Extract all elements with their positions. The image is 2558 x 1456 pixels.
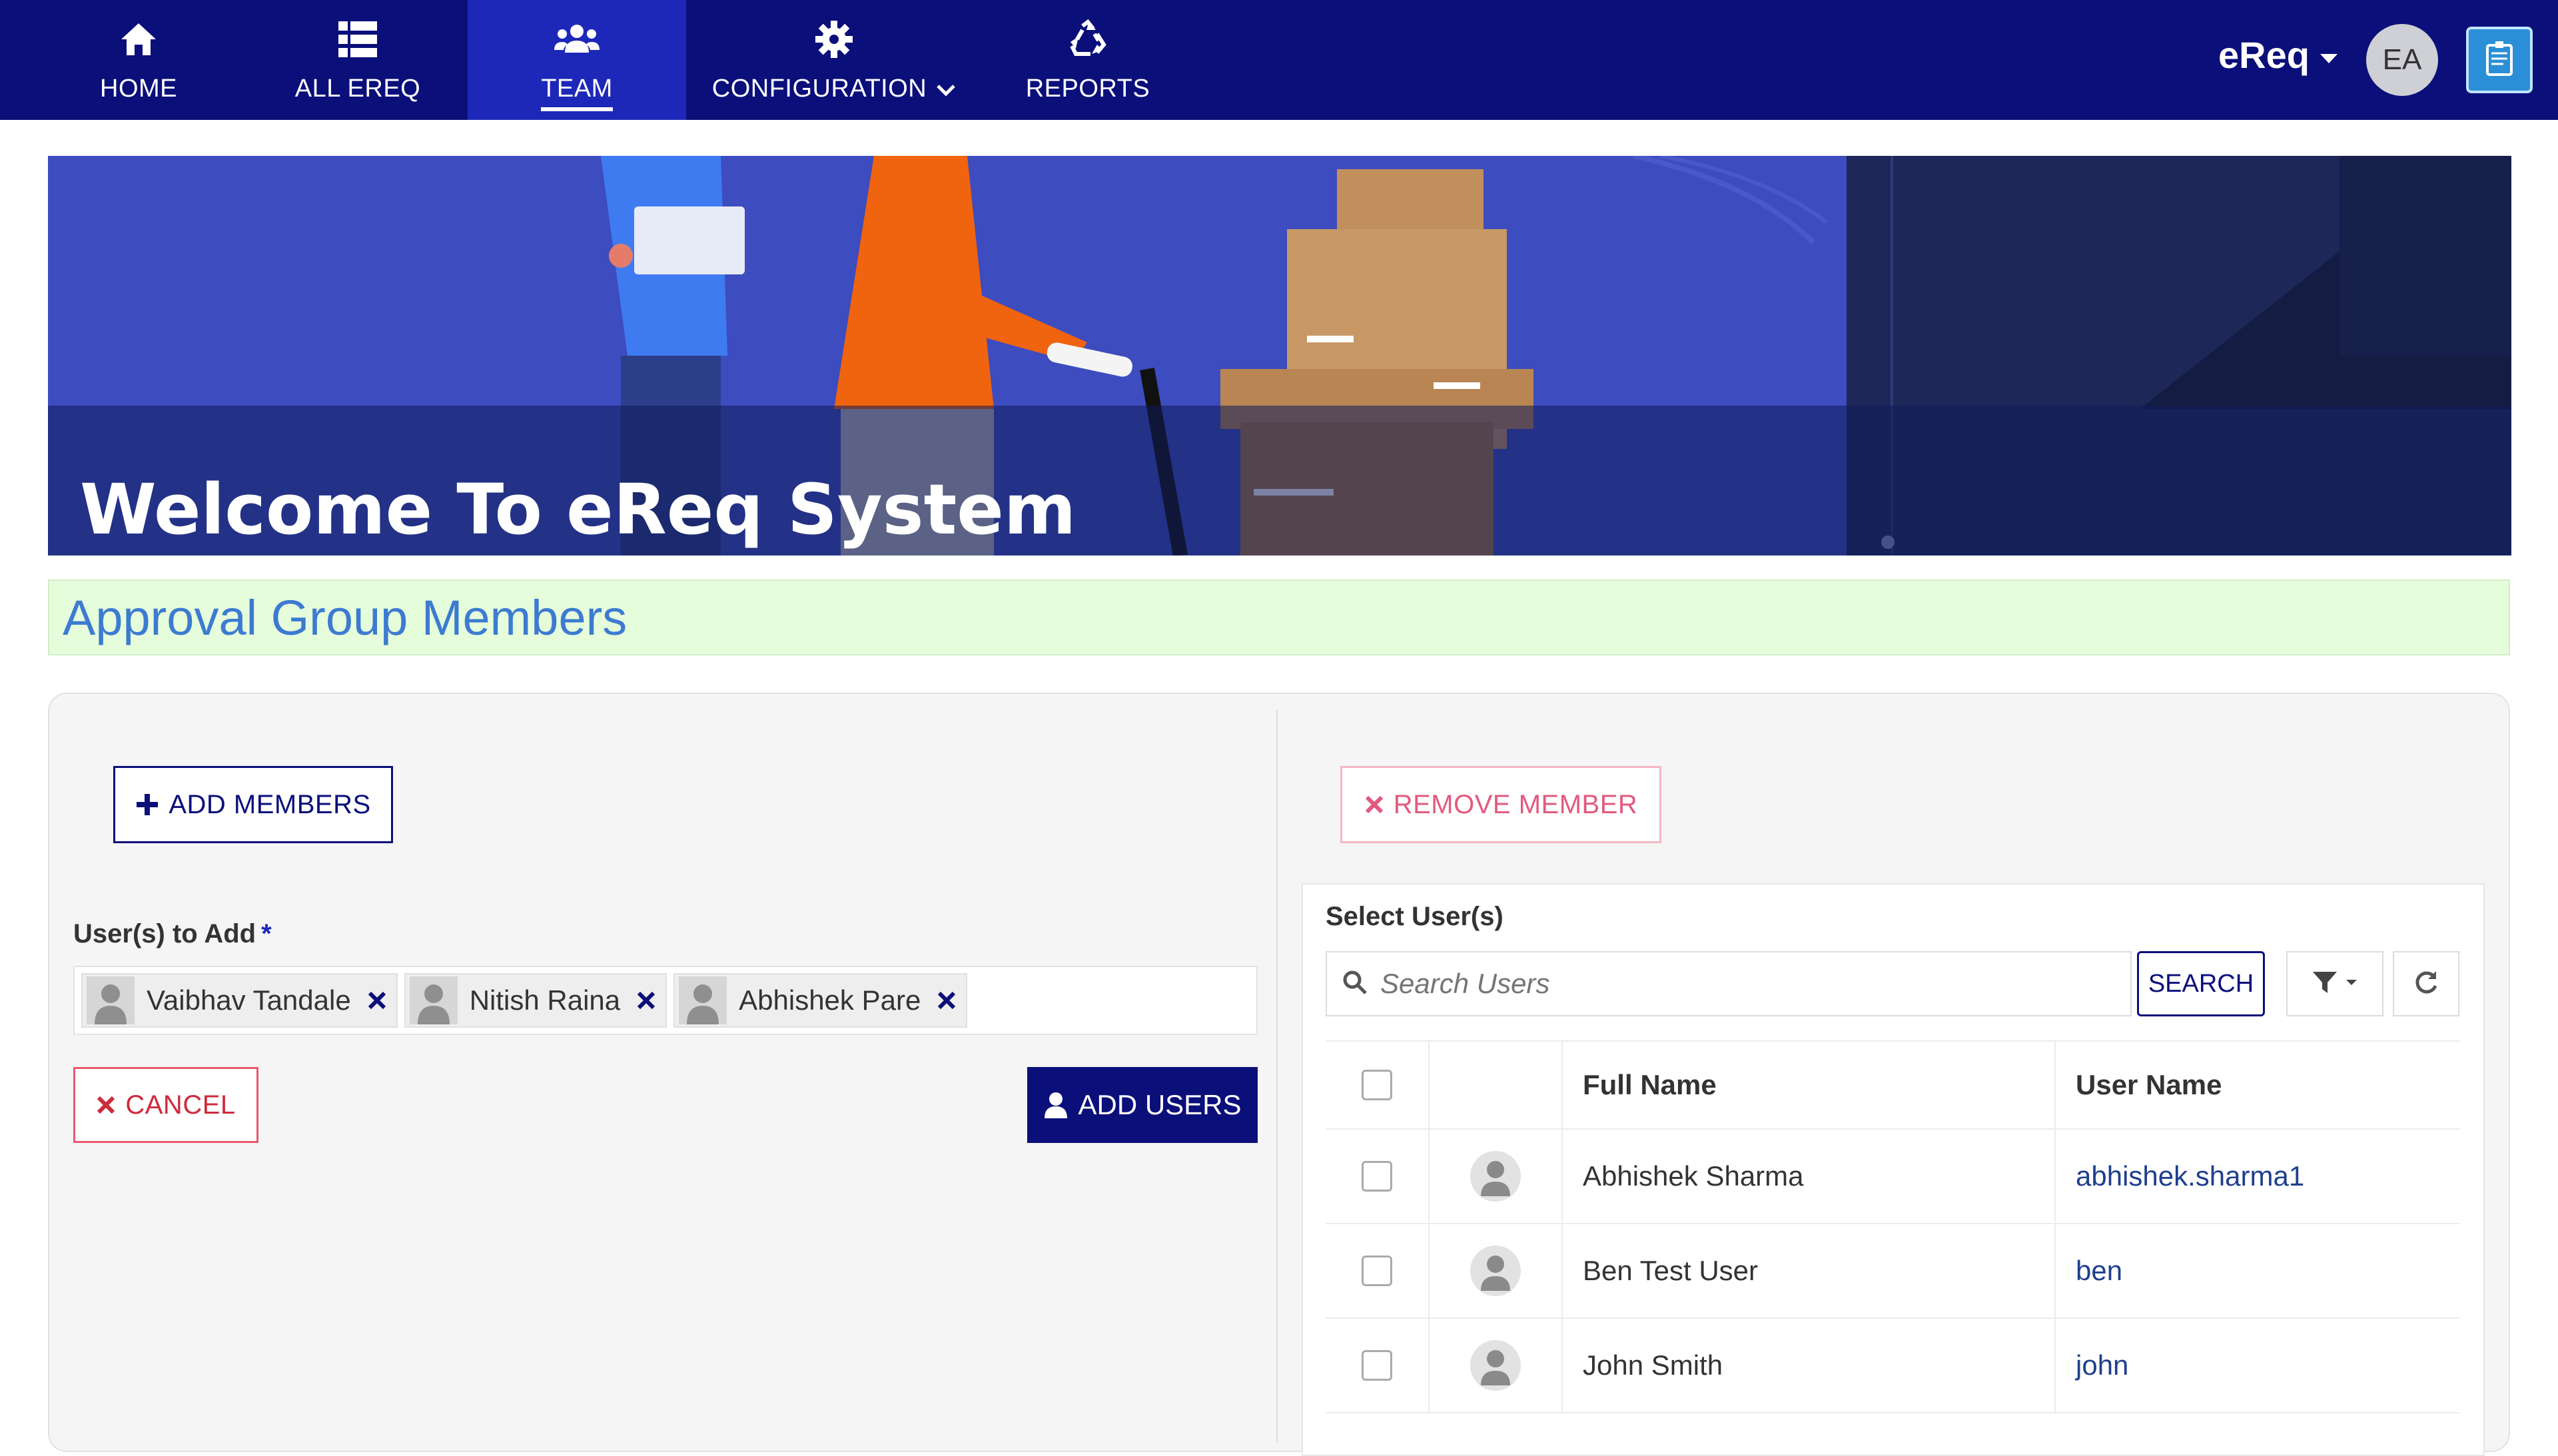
nav-team-label: TEAM [541,75,613,111]
caret-down-icon [2345,978,2358,990]
selected-user-tag: Vaibhav Tandale [81,973,398,1028]
add-users-label: ADD USERS [1078,1089,1242,1120]
cell-full-name: Ben Test User [1563,1224,2056,1317]
filter-icon [2312,969,2338,999]
top-navbar: HOME ALL EREQ TEAM CONFIGURATION REPORTS… [0,0,2558,120]
nav-team[interactable]: TEAM [468,0,686,120]
users-icon [554,16,600,63]
add-members-button[interactable]: ADD MEMBERS [113,766,393,843]
users-table: Full Name User Name Abhishek Sharma abhi… [1326,1040,2459,1413]
user-avatar-icon [87,976,135,1024]
nav-all-ereq-label: ALL EREQ [294,75,421,103]
welcome-banner: Welcome To eReq System [48,156,2511,555]
app-menu-dropdown[interactable]: eReq [2218,33,2338,77]
table-row[interactable]: Ben Test User ben [1326,1224,2459,1319]
column-header-full-name[interactable]: Full Name [1563,1042,2056,1128]
table-row[interactable]: John Smith john [1326,1319,2459,1413]
cancel-button[interactable]: CANCEL [73,1067,258,1143]
chevron-down-icon [936,75,956,103]
selected-user-tag: Abhishek Pare [673,973,968,1028]
nav-configuration-label: CONFIGURATION [711,75,927,103]
select-all-checkbox[interactable] [1362,1070,1392,1100]
column-header-user-name[interactable]: User Name [2056,1042,2459,1128]
user-avatar-icon [1470,1340,1521,1391]
search-icon [1342,969,1368,999]
nav-reports[interactable]: REPORTS [1013,0,1163,120]
add-users-button[interactable]: ADD USERS [1027,1067,1258,1143]
selected-user-tag: Nitish Raina [404,973,667,1028]
close-icon [96,1095,116,1115]
table-row[interactable]: Abhishek Sharma abhishek.sharma1 [1326,1130,2459,1224]
table-header-row: Full Name User Name [1326,1040,2459,1130]
gear-icon [811,16,857,63]
nav-home-label: HOME [100,75,177,103]
selected-user-name: Nitish Raina [469,984,621,1016]
recycle-icon [1065,16,1111,63]
search-input[interactable] [1379,967,2114,1000]
user-avatar-icon [409,976,458,1024]
banner-title: Welcome To eReq System [80,469,1076,550]
remove-tag-icon[interactable] [367,990,387,1010]
search-field [1326,951,2132,1016]
remove-member-label: REMOVE MEMBER [1393,789,1638,819]
list-icon [334,16,381,63]
users-to-add-label: User(s) to Add * [73,919,272,949]
refresh-icon [2412,968,2440,1000]
caret-down-icon [2320,53,2338,63]
nav-all-ereq[interactable]: ALL EREQ [286,0,429,120]
user-icon [1043,1092,1068,1118]
cell-user-name: john [2076,1349,2129,1381]
selected-user-name: Vaibhav Tandale [147,984,351,1016]
cell-user-name: ben [2076,1255,2123,1286]
nav-home[interactable]: HOME [80,0,197,120]
users-to-add-text: User(s) to Add [73,919,256,948]
user-avatar-icon [1470,1151,1521,1202]
cell-full-name: Abhishek Sharma [1563,1130,2056,1223]
page-title: Approval Group Members [48,579,2510,655]
app-menu-label: eReq [2218,34,2310,76]
remove-tag-icon[interactable] [636,990,656,1010]
user-avatar[interactable]: EA [2366,24,2438,96]
filter-button[interactable] [2286,951,2383,1016]
remove-tag-icon[interactable] [937,990,957,1010]
panel-divider [1276,710,1278,1443]
add-members-label: ADD MEMBERS [169,789,371,819]
search-button[interactable]: SEARCH [2137,951,2265,1016]
user-avatar-icon [1470,1246,1521,1296]
nav-reports-label: REPORTS [1025,75,1150,103]
cell-full-name: John Smith [1563,1319,2056,1412]
select-users-label: Select User(s) [1326,902,1503,931]
app-logo-icon[interactable] [2466,27,2533,93]
nav-configuration[interactable]: CONFIGURATION [709,0,959,120]
row-checkbox[interactable] [1362,1256,1392,1286]
avatar-column-header [1430,1042,1563,1128]
cancel-label: CANCEL [125,1090,236,1120]
selected-user-name: Abhishek Pare [739,984,921,1016]
close-icon [1364,795,1384,815]
cell-user-name: abhishek.sharma1 [2076,1160,2305,1192]
refresh-button[interactable] [2393,951,2459,1016]
user-avatar-icon [679,976,727,1024]
users-to-add-field[interactable]: Vaibhav Tandale Nitish Raina Abhishek Pa… [73,966,1258,1035]
plus-icon [135,793,159,817]
required-mark: * [261,919,272,948]
row-checkbox[interactable] [1362,1161,1392,1192]
remove-member-button[interactable]: REMOVE MEMBER [1340,766,1661,843]
row-checkbox[interactable] [1362,1350,1392,1381]
home-icon [115,16,162,63]
